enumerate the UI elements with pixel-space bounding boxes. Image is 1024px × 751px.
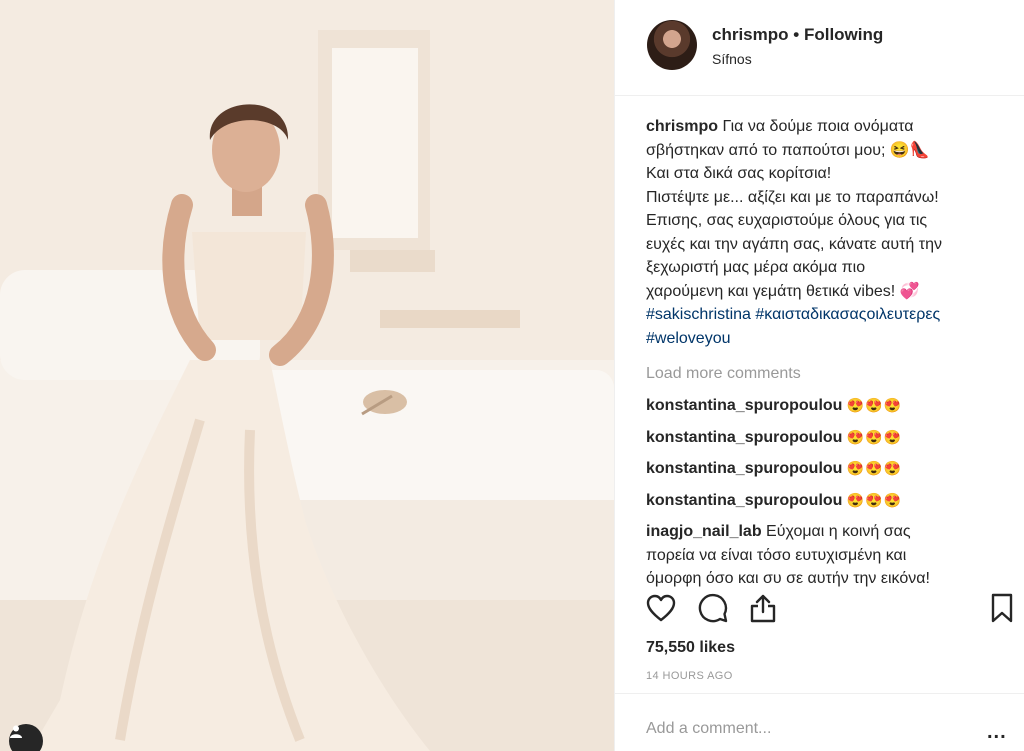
comment-username[interactable]: inagjo_nail_lab bbox=[646, 523, 762, 540]
heart-icon bbox=[646, 594, 676, 622]
more-options-button[interactable]: ... bbox=[987, 721, 1007, 744]
bookmark-icon bbox=[991, 593, 1013, 623]
comment-username[interactable]: konstantina_spuropoulou bbox=[646, 397, 842, 414]
wedding-photo-illustration bbox=[0, 0, 614, 751]
post-timestamp[interactable]: 14 HOURS AGO bbox=[646, 670, 733, 682]
comment-text: 😍😍😍 bbox=[846, 491, 903, 508]
hashtag-link[interactable]: #weloveyou bbox=[646, 330, 731, 347]
comment: konstantina_spuropoulou 😍😍😍 bbox=[646, 426, 1006, 450]
caption-username[interactable]: chrismpo bbox=[646, 118, 718, 135]
caption-text-line: Για να δούμε ποια ονόματα bbox=[722, 118, 914, 135]
comment-button[interactable] bbox=[695, 590, 731, 626]
comment-username[interactable]: konstantina_spuropoulou bbox=[646, 429, 842, 446]
save-button[interactable] bbox=[984, 590, 1020, 626]
action-bar bbox=[615, 590, 1024, 630]
add-comment-section: ... bbox=[615, 693, 1024, 751]
comment-text: 😍😍😍 bbox=[846, 397, 903, 413]
header-user-line: chrismpo • Following bbox=[712, 25, 883, 45]
share-button[interactable] bbox=[745, 590, 781, 626]
caption-text-line: ευχές και την αγάπη σας, κάνατε αυτή την bbox=[646, 235, 942, 253]
post-photo[interactable] bbox=[0, 0, 614, 751]
comment-text: πορεία να είναι τόσο ευτυχισμένη και bbox=[646, 546, 907, 564]
comment: konstantina_spuropoulou 😍😍😍 bbox=[646, 457, 1006, 481]
header-username[interactable]: chrismpo bbox=[712, 25, 789, 44]
tagged-users-button[interactable] bbox=[9, 724, 43, 751]
caption-text-line: Επισης, σας ευχαριστούμε όλους για τις bbox=[646, 212, 928, 229]
comment-text: 😍😍😍 bbox=[846, 428, 903, 445]
likes-count[interactable]: 75,550 likes bbox=[646, 639, 735, 657]
user-tag-icon bbox=[10, 725, 22, 738]
caption-text-line: Πιστέψτε με... αξίζει και με το παραπάνω… bbox=[646, 188, 939, 206]
comment-text: Εύχομαι η κοινή σας bbox=[766, 523, 911, 540]
add-comment-input[interactable] bbox=[646, 720, 946, 738]
comment-username[interactable]: konstantina_spuropoulou bbox=[646, 460, 842, 477]
caption: chrismpo Για να δούμε ποια ονόματα σβήστ… bbox=[646, 115, 1006, 350]
comment-bubble-icon bbox=[698, 593, 728, 623]
hashtag-link[interactable]: #sakischristina bbox=[646, 306, 751, 323]
comments-list: chrismpo Για να δούμε ποια ονόματα σβήστ… bbox=[646, 115, 1006, 591]
hashtag-link[interactable]: #καισταδικασαςοιλευτερες bbox=[755, 306, 940, 323]
caption-text-line: Και στα δικά σας κορίτσια! bbox=[646, 165, 832, 182]
like-button[interactable] bbox=[643, 590, 679, 626]
caption-text-line: σβήστηκαν από το παπούτσι μου; 😆👠 bbox=[646, 141, 930, 159]
avatar[interactable] bbox=[647, 20, 697, 70]
post-side-panel: chrismpo • Following Sífnos chrismpo Για… bbox=[614, 0, 1024, 751]
comment-text: 😍😍😍 bbox=[846, 460, 903, 476]
location-link[interactable]: Sífnos bbox=[712, 51, 752, 67]
following-button[interactable]: Following bbox=[804, 25, 883, 44]
caption-text-line: χαρούμενη και γεμάτη θετικά vibes! 💞 bbox=[646, 282, 920, 300]
load-more-comments-button[interactable]: Load more comments bbox=[646, 362, 1006, 384]
caption-text-line: ξεχωριστή μας μέρα ακόμα πιο bbox=[646, 259, 866, 276]
comment-text: όμορφη όσο και συ σε αυτήν την εικόνα! bbox=[646, 570, 930, 587]
comment: konstantina_spuropoulou 😍😍😍 bbox=[646, 394, 1006, 418]
comment: konstantina_spuropoulou 😍😍😍 bbox=[646, 489, 1006, 513]
post-header: chrismpo • Following Sífnos bbox=[615, 0, 1024, 96]
comment-username[interactable]: konstantina_spuropoulou bbox=[646, 492, 842, 509]
share-icon bbox=[750, 594, 776, 623]
header-separator: • bbox=[793, 25, 800, 44]
comment: inagjo_nail_lab Εύχομαι η κοινή σας πορε… bbox=[646, 520, 1006, 591]
